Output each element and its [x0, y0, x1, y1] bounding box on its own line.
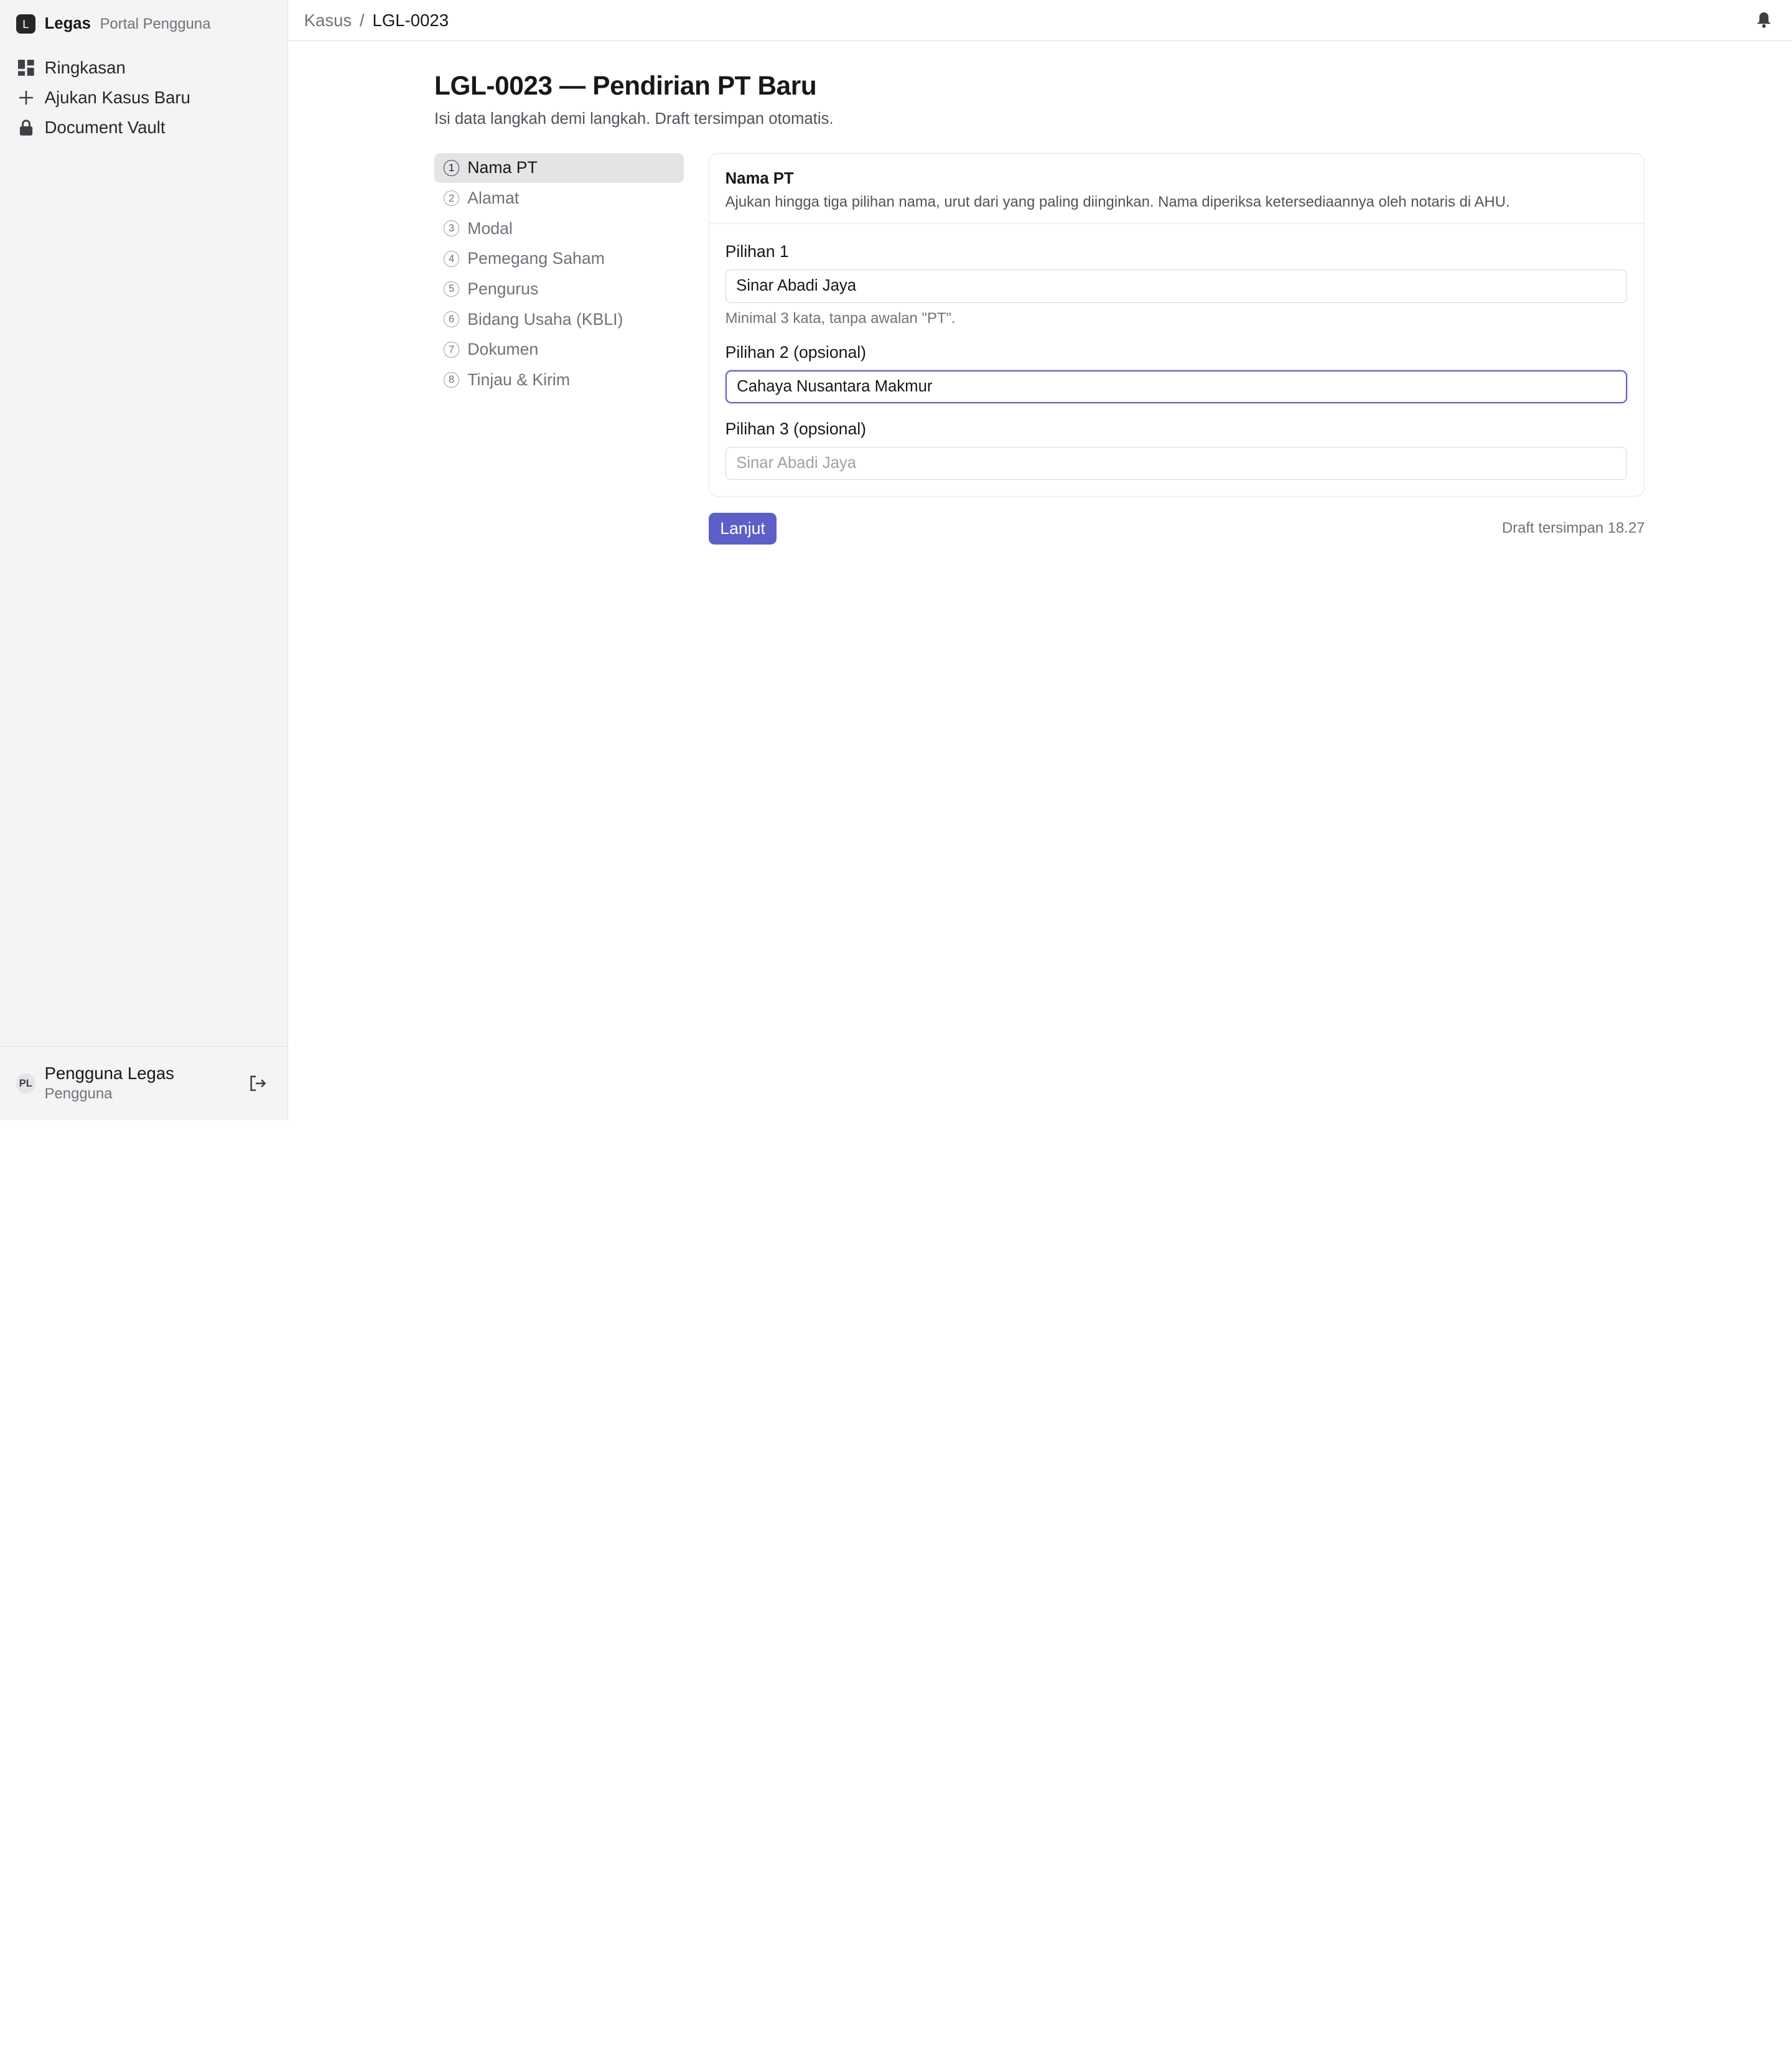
form-card: Nama PT Ajukan hingga tiga pilihan nama,…	[708, 152, 1645, 497]
user-profile: PL Pengguna Legas Pengguna	[0, 1045, 287, 1120]
step-pengurus[interactable]: 5 Pengurus	[434, 274, 683, 304]
step-tinjau-kirim[interactable]: 8 Tinjau & Kirim	[434, 365, 683, 395]
breadcrumb-current: LGL-0023	[372, 10, 449, 30]
field-label-pilihan-2: Pilihan 2 (opsional)	[725, 343, 867, 362]
dashboard-icon	[17, 59, 35, 77]
sidebar-item-ringkasan[interactable]: Ringkasan	[0, 54, 287, 82]
pilihan-1-hint: Minimal 3 kata, tanpa awalan "PT".	[725, 309, 956, 327]
app: L Legas Portal Pengguna Ringkasan Ajukan…	[0, 0, 1792, 1121]
step-label: Dokumen	[467, 340, 539, 359]
avatar: PL	[16, 1073, 35, 1093]
step-label: Pengurus	[467, 279, 539, 298]
step-number: 5	[443, 281, 460, 297]
sidebar: L Legas Portal Pengguna Ringkasan Ajukan…	[0, 0, 288, 1121]
step-alamat[interactable]: 2 Alamat	[434, 184, 683, 213]
lock-icon	[17, 118, 35, 136]
step-number: 8	[443, 372, 460, 388]
next-button[interactable]: Lanjut	[708, 512, 777, 545]
breadcrumb-separator: /	[360, 10, 365, 30]
step-label: Alamat	[467, 189, 520, 208]
step-modal[interactable]: 3 Modal	[434, 213, 683, 243]
draft-saved-status: Draft tersimpan 18.27	[1501, 520, 1645, 537]
field-label-pilihan-1: Pilihan 1	[725, 242, 789, 261]
logout-icon	[250, 1075, 266, 1092]
content: LGL-0023 — Pendirian PT Baru Isi data la…	[434, 71, 1645, 545]
brand-name: Legas	[44, 15, 91, 33]
sidebar-nav: Ringkasan Ajukan Kasus Baru Document Vau…	[0, 54, 287, 141]
sidebar-item-document-vault[interactable]: Document Vault	[0, 113, 287, 142]
pilihan-3-input[interactable]	[725, 446, 1627, 480]
step-number: 6	[443, 311, 460, 327]
step-bidang-usaha[interactable]: 6 Bidang Usaha (KBLI)	[434, 304, 683, 334]
user-name: Pengguna Legas	[44, 1063, 174, 1083]
step-list: 1 Nama PT 2 Alamat 3 Modal 4 Pemegang Sa…	[434, 152, 684, 545]
step-label: Nama PT	[467, 158, 538, 177]
step-dokumen[interactable]: 7 Dokumen	[434, 335, 683, 365]
brand-logo: L	[16, 14, 35, 34]
breadcrumb-parent[interactable]: Kasus	[304, 11, 352, 30]
step-label: Tinjau & Kirim	[467, 370, 570, 389]
main: Kasus / LGL-0023 LGL-0023 — Pendirian PT…	[287, 0, 1792, 1120]
sidebar-item-label: Ringkasan	[44, 58, 126, 78]
sidebar-item-ajukan-kasus-baru[interactable]: Ajukan Kasus Baru	[0, 83, 287, 112]
step-nama-pt[interactable]: 1 Nama PT	[434, 152, 684, 183]
sidebar-item-label: Document Vault	[44, 117, 166, 137]
sidebar-item-label: Ajukan Kasus Baru	[44, 88, 190, 108]
logout-button[interactable]	[246, 1072, 269, 1095]
page-title: LGL-0023 — Pendirian PT Baru	[434, 70, 817, 100]
step-label: Bidang Usaha (KBLI)	[467, 309, 623, 329]
form-card-body: Pilihan 1 Minimal 3 kata, tanpa awalan "…	[709, 224, 1645, 496]
brand[interactable]: L Legas Portal Pengguna	[0, 0, 287, 48]
user-role: Pengguna	[44, 1085, 113, 1103]
form-card-description: Ajukan hingga tiga pilihan nama, urut da…	[725, 193, 1510, 210]
brand-subtitle: Portal Pengguna	[100, 15, 211, 32]
step-number: 3	[443, 220, 460, 237]
pilihan-2-input[interactable]	[725, 370, 1627, 404]
field-label-pilihan-3: Pilihan 3 (opsional)	[725, 419, 867, 439]
topbar: Kasus / LGL-0023	[287, 0, 1792, 42]
step-label: Modal	[467, 218, 513, 238]
bell-icon	[1757, 12, 1771, 28]
step-pemegang-saham[interactable]: 4 Pemegang Saham	[434, 244, 683, 274]
pilihan-1-input[interactable]	[725, 269, 1627, 303]
step-number: 1	[443, 160, 460, 176]
notifications-button[interactable]	[1756, 11, 1774, 29]
form-actions: Lanjut Draft tersimpan 18.27	[708, 512, 1645, 545]
plus-icon	[17, 88, 35, 106]
step-number: 7	[443, 341, 460, 358]
step-label: Pemegang Saham	[467, 249, 605, 268]
form-card-header: Nama PT Ajukan hingga tiga pilihan nama,…	[709, 154, 1645, 225]
breadcrumb: Kasus / LGL-0023	[304, 11, 449, 30]
step-number: 4	[443, 250, 460, 267]
step-number: 2	[443, 190, 460, 207]
page-subtitle: Isi data langkah demi langkah. Draft ter…	[434, 110, 834, 128]
form-card-title: Nama PT	[725, 169, 794, 187]
